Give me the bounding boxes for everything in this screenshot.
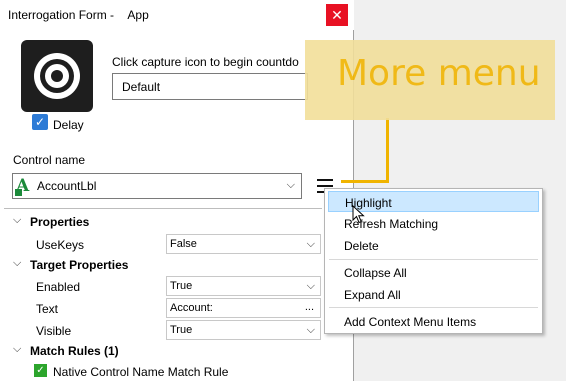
chevron-down-icon[interactable]: ⌵ xyxy=(13,343,21,356)
menu-item-label: Delete xyxy=(344,239,379,253)
control-badge xyxy=(15,189,22,196)
menu-item-collapse-all[interactable]: Collapse All xyxy=(328,262,539,283)
menu-item-expand-all[interactable]: Expand All xyxy=(328,284,539,305)
hamburger-icon xyxy=(317,179,333,181)
capture-button[interactable] xyxy=(21,40,93,112)
menu-item-label: Collapse All xyxy=(344,266,407,280)
chevron-down-icon: ⌵ xyxy=(306,324,315,336)
group-title: Match Rules (1) xyxy=(30,344,119,358)
property-value-text[interactable]: Account: ... xyxy=(166,298,321,318)
property-name: Visible xyxy=(36,324,72,338)
property-grid: ⌵ Properties UseKeys False ⌵ ⌵ Target Pr… xyxy=(4,208,322,381)
control-name-combo[interactable]: A AccountLbl ⌵ xyxy=(12,173,302,199)
property-value: False xyxy=(170,238,197,250)
delay-label: Delay xyxy=(53,118,84,132)
chevron-down-icon: ⌵ xyxy=(306,238,315,250)
window-app-label: App xyxy=(127,8,149,22)
property-row-visible: Visible True ⌵ xyxy=(4,320,322,341)
property-row-usekeys: UseKeys False ⌵ xyxy=(4,234,322,255)
property-value-dropdown[interactable]: False ⌵ xyxy=(166,234,321,254)
menu-item-add-context-menu-items[interactable]: Add Context Menu Items xyxy=(328,311,539,332)
chevron-down-icon[interactable]: ⌵ xyxy=(13,214,21,227)
menu-separator xyxy=(329,259,538,260)
menu-item-delete[interactable]: Delete xyxy=(328,235,539,256)
group-target-properties[interactable]: ⌵ Target Properties xyxy=(4,255,322,276)
menu-separator xyxy=(329,307,538,308)
hamburger-icon-line xyxy=(317,185,333,187)
group-title: Properties xyxy=(30,215,90,229)
close-button[interactable]: ✕ xyxy=(326,4,348,26)
mouse-cursor-icon xyxy=(352,205,365,224)
property-row-enabled: Enabled True ⌵ xyxy=(4,276,322,297)
group-match-rules[interactable]: ⌵ Match Rules (1) xyxy=(4,341,322,362)
property-name: Enabled xyxy=(36,280,81,294)
chevron-down-icon[interactable]: ⌵ xyxy=(287,179,295,192)
callout-leader-line xyxy=(386,118,389,182)
property-name: Text xyxy=(36,302,59,316)
property-value: True xyxy=(170,324,193,336)
more-menu-callout: More menu xyxy=(305,40,555,120)
capture-mode-value: Default xyxy=(122,80,161,94)
capture-mode-select[interactable]: Default xyxy=(112,73,308,100)
target-icon xyxy=(34,53,80,99)
control-name-label: Control name xyxy=(13,153,86,167)
title-bar: Interrogation Form - App ✕ xyxy=(0,0,354,30)
chevron-down-icon: ⌵ xyxy=(306,280,315,292)
capture-instruction: Click capture icon to begin countdo xyxy=(112,55,299,69)
control-name-value: AccountLbl xyxy=(37,179,97,193)
window-title: Interrogation Form - App xyxy=(8,8,149,22)
match-rule-name: Native Control Name Match Rule xyxy=(53,365,229,379)
property-value: Account: xyxy=(170,302,213,314)
chevron-down-icon[interactable]: ⌵ xyxy=(13,257,21,270)
interrogation-window: Interrogation Form - App ✕ Click capture… xyxy=(0,0,354,381)
check-icon[interactable]: ✓ xyxy=(34,364,47,377)
ellipsis-icon[interactable]: ... xyxy=(305,301,314,313)
group-title: Target Properties xyxy=(30,258,129,272)
delay-checkbox[interactable]: ✓ xyxy=(32,114,48,130)
match-rule-row[interactable]: ✓ Native Control Name Match Rule xyxy=(4,361,322,381)
property-value: True xyxy=(170,280,193,292)
property-value-dropdown[interactable]: True ⌵ xyxy=(166,276,321,296)
menu-item-label: Add Context Menu Items xyxy=(344,315,477,329)
property-name: UseKeys xyxy=(36,238,85,252)
callout-leader-line xyxy=(341,180,389,183)
menu-item-label: Expand All xyxy=(344,288,401,302)
callout-text: More menu xyxy=(337,53,541,94)
property-row-text: Text Account: ... xyxy=(4,298,322,319)
property-value-dropdown[interactable]: True ⌵ xyxy=(166,320,321,340)
group-properties[interactable]: ⌵ Properties xyxy=(4,212,322,233)
close-icon: ✕ xyxy=(331,7,343,23)
